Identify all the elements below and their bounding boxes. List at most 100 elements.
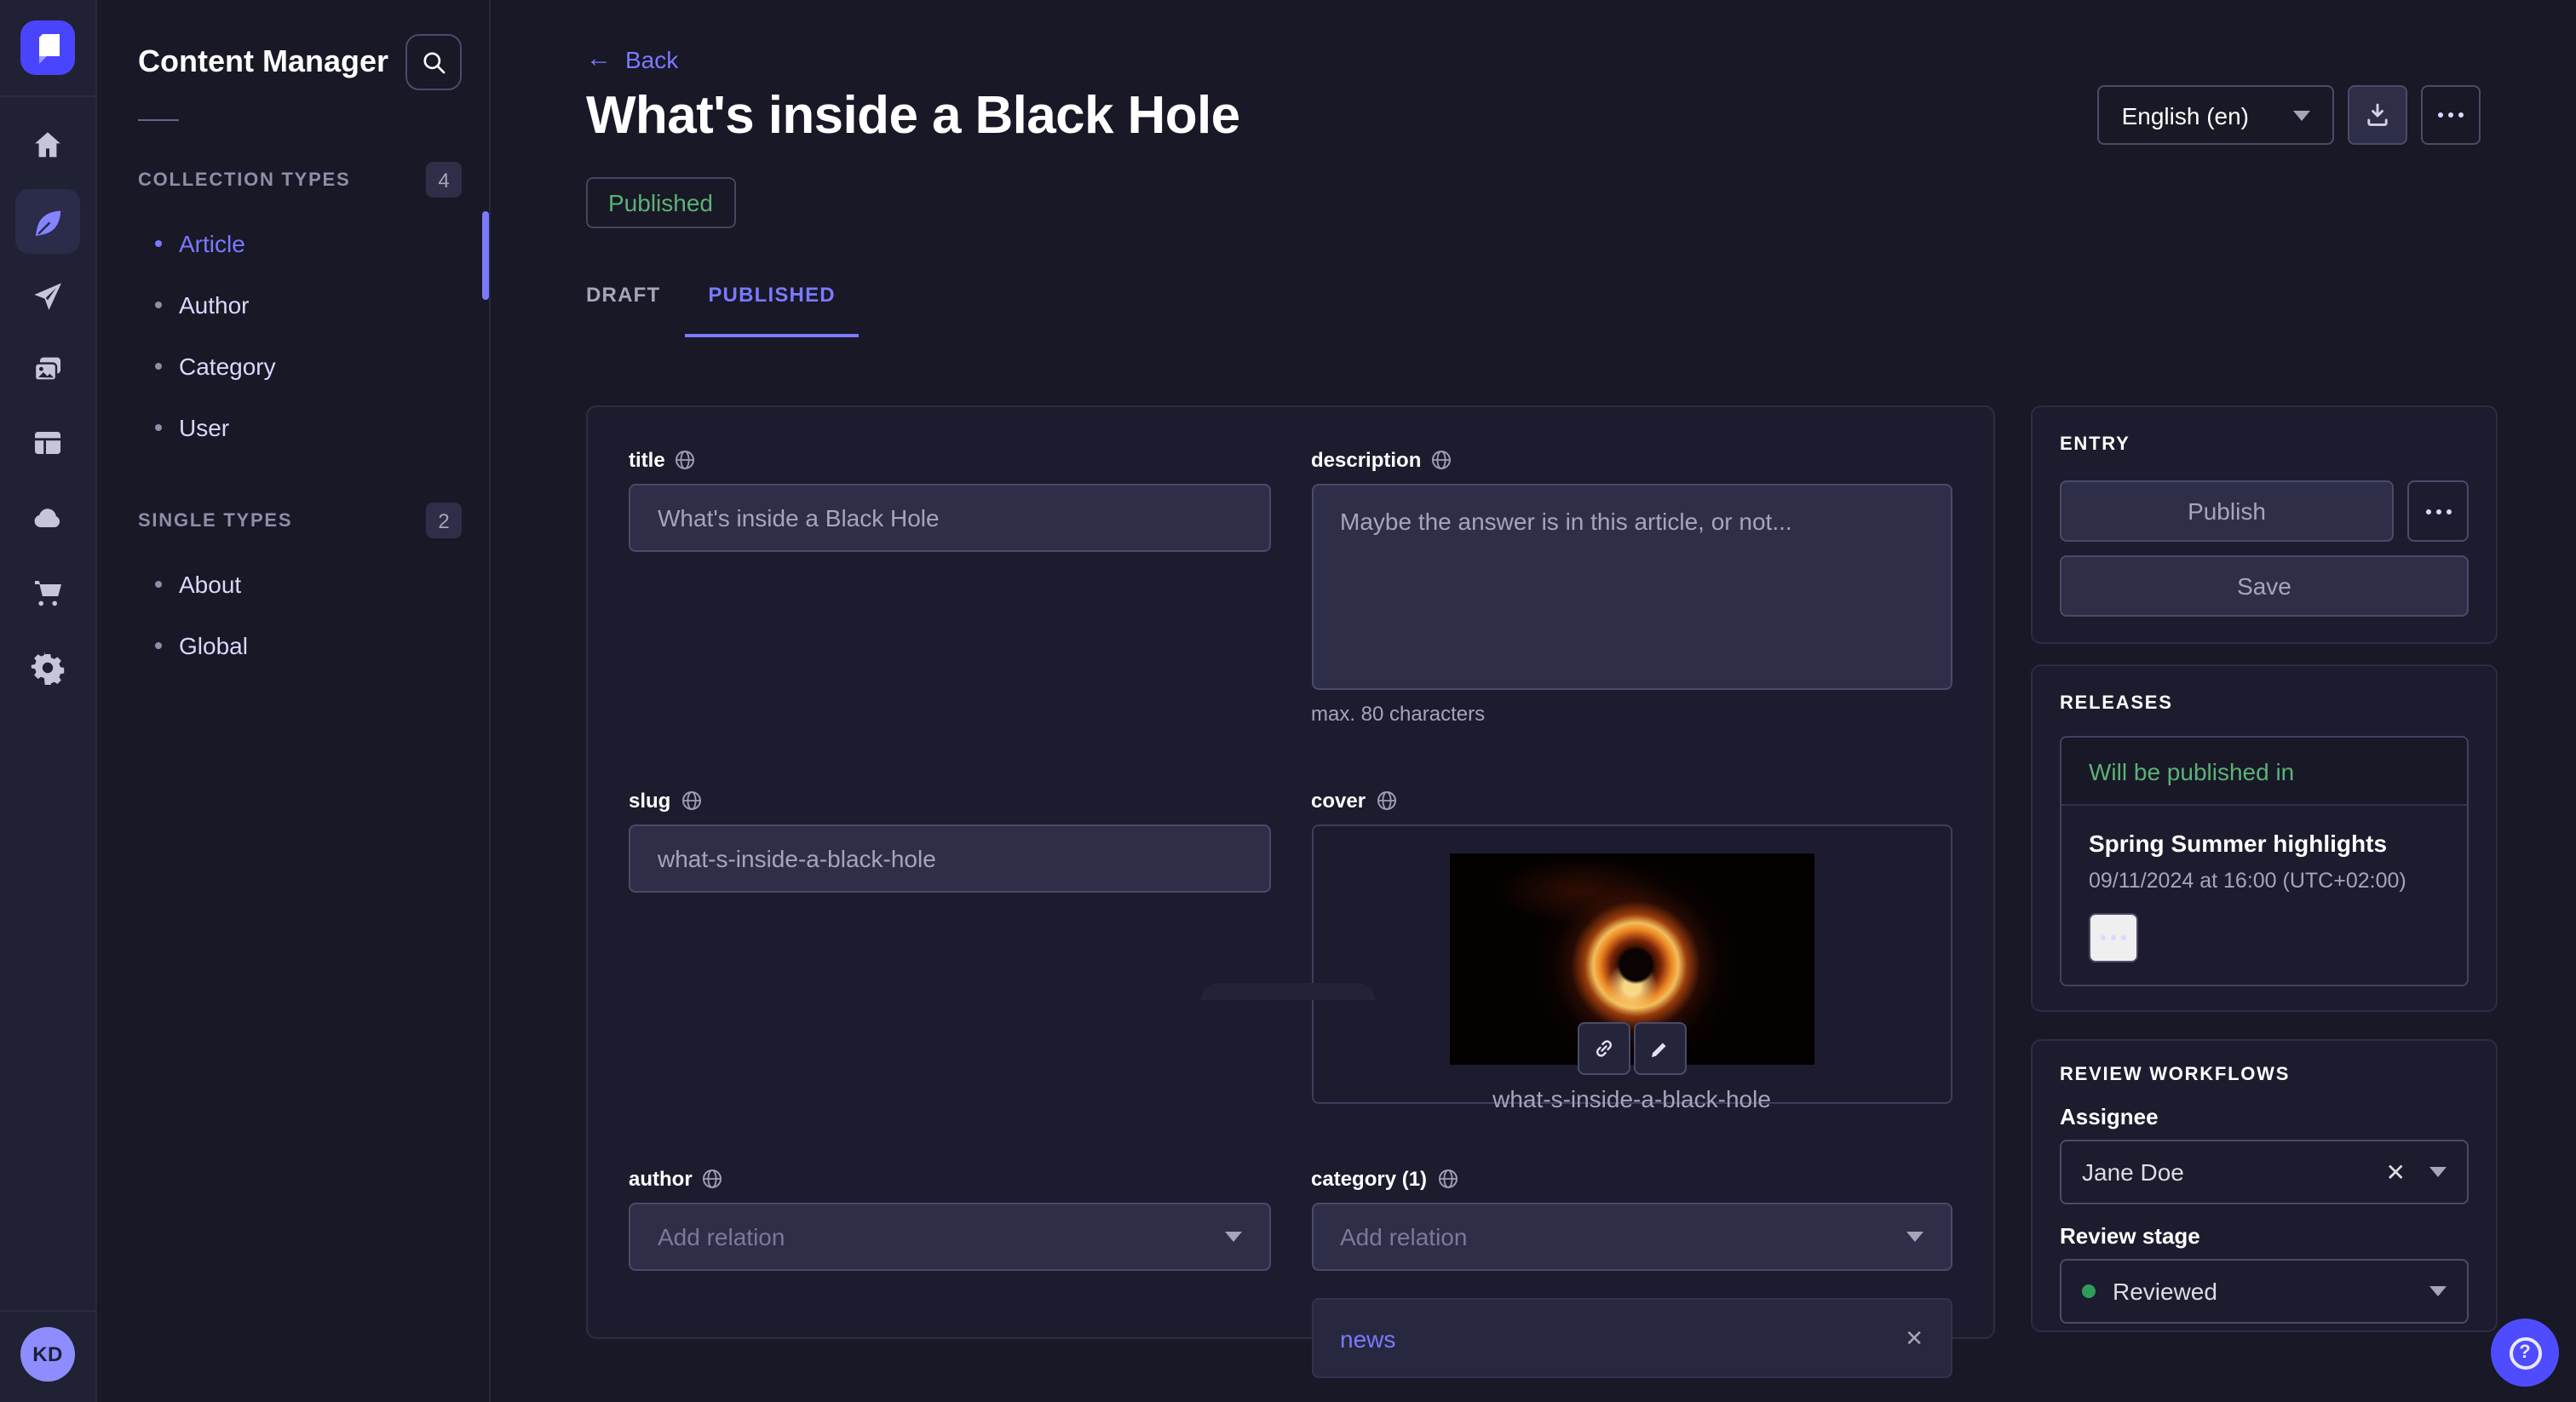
slug-input[interactable]: what-s-inside-a-black-hole: [629, 825, 1270, 893]
main-nav-rail: KD: [0, 0, 97, 1402]
description-hint: max. 80 characters: [1311, 702, 1952, 726]
author-relation-select[interactable]: Add relation: [629, 1203, 1270, 1271]
bullet-icon: [155, 642, 162, 649]
description-textarea[interactable]: Maybe the answer is in this article, or …: [1311, 484, 1952, 690]
back-arrow-icon: ←: [586, 44, 612, 73]
rail-divider-top: [0, 95, 95, 97]
chevron-down-icon: [2429, 1167, 2447, 1177]
author-field-label: author: [629, 1167, 693, 1191]
edit-media-button[interactable]: [1634, 1022, 1687, 1075]
review-stage-value: Reviewed: [2113, 1278, 2217, 1305]
sidebar-item-about[interactable]: About: [97, 554, 489, 615]
save-button[interactable]: Save: [2060, 555, 2469, 617]
content-manager-feather-icon[interactable]: [0, 206, 95, 240]
assignee-value: Jane Doe: [2082, 1158, 2184, 1186]
home-icon[interactable]: [0, 128, 95, 162]
publish-button[interactable]: Publish: [2060, 480, 2394, 542]
category-relation-select[interactable]: Add relation: [1311, 1203, 1952, 1271]
ellipsis-icon: [2438, 112, 2464, 118]
settings-gear-icon[interactable]: [0, 651, 95, 685]
help-button[interactable]: ?: [2491, 1319, 2559, 1387]
strapi-logo[interactable]: [20, 20, 75, 75]
subnav-divider: [138, 119, 179, 121]
author-placeholder: Add relation: [658, 1223, 785, 1250]
bullet-icon: [155, 581, 162, 588]
releases-panel: RELEASES Will be published in Spring Sum…: [2031, 664, 2498, 1012]
review-stage-combobox[interactable]: Reviewed: [2060, 1259, 2469, 1324]
chevron-down-icon: [1906, 1232, 1923, 1242]
relation-link-news[interactable]: news: [1340, 1324, 1395, 1352]
globe-icon: [676, 450, 696, 470]
sidebar-item-label: User: [179, 414, 229, 441]
release-name: Spring Summer highlights: [2089, 830, 2440, 857]
content-manager-subnav: Content Manager COLLECTION TYPES 4 Artic…: [97, 0, 491, 1402]
globe-icon: [703, 1169, 723, 1189]
version-tabs: DRAFT PUBLISHED: [586, 269, 860, 337]
category-placeholder: Add relation: [1340, 1223, 1467, 1250]
slug-field-label: slug: [629, 789, 670, 813]
release-card: Will be published in Spring Summer highl…: [2060, 736, 2469, 986]
locale-select-value: English (en): [2122, 101, 2249, 129]
marketplace-cart-icon[interactable]: [0, 576, 95, 610]
bullet-icon: [155, 363, 162, 370]
add-component-button-cut[interactable]: [1201, 983, 1375, 1000]
download-icon: [2363, 101, 2392, 129]
status-badge: Published: [586, 177, 735, 228]
sidebar-item-user[interactable]: User: [97, 397, 489, 458]
header-actions: English (en): [2098, 85, 2481, 145]
search-button[interactable]: [405, 34, 462, 90]
single-types-count: 2: [426, 503, 462, 538]
more-actions-button[interactable]: [2421, 85, 2481, 145]
review-workflows-panel: REVIEW WORKFLOWS Assignee Jane Doe ✕ Rev…: [2031, 1039, 2498, 1332]
entry-more-button[interactable]: [2407, 480, 2469, 542]
locale-select[interactable]: English (en): [2098, 85, 2334, 145]
release-date: 09/11/2024 at 16:00 (UTC+02:00): [2089, 869, 2440, 893]
entry-panel-heading: ENTRY: [2060, 434, 2469, 455]
page-title: What's inside a Black Hole: [586, 85, 1240, 147]
remove-relation-icon[interactable]: ✕: [1905, 1324, 1923, 1352]
copy-link-button[interactable]: [1578, 1022, 1630, 1075]
tab-draft[interactable]: DRAFT: [586, 269, 660, 337]
tab-published[interactable]: PUBLISHED: [684, 269, 860, 337]
review-stage-label: Review stage: [2060, 1223, 2469, 1249]
globe-icon: [1376, 790, 1396, 811]
globe-icon: [1437, 1169, 1458, 1189]
ellipsis-icon: [2101, 935, 2126, 940]
rail-divider-bottom: [0, 1310, 95, 1312]
cover-media-card: what-s-inside-a-black-hole: [1311, 825, 1952, 1104]
clear-assignee-icon[interactable]: ✕: [2386, 1158, 2406, 1187]
content-type-builder-icon[interactable]: [0, 426, 95, 460]
ellipsis-icon: [2425, 509, 2451, 514]
category-relation-item: news ✕: [1311, 1298, 1952, 1378]
title-field-label: title: [629, 448, 665, 472]
export-download-button[interactable]: [2348, 85, 2407, 145]
sidebar-item-label: Global: [179, 632, 248, 659]
back-link[interactable]: ← Back: [586, 44, 678, 73]
release-more-button[interactable]: [2089, 913, 2138, 962]
assignee-label: Assignee: [2060, 1104, 2469, 1129]
description-field-label: description: [1311, 448, 1421, 472]
assignee-combobox[interactable]: Jane Doe ✕: [2060, 1140, 2469, 1204]
cover-filename: what-s-inside-a-black-hole: [1313, 1085, 1951, 1112]
sidebar-item-label: About: [179, 571, 241, 598]
send-plane-icon[interactable]: [0, 279, 95, 313]
title-input[interactable]: What's inside a Black Hole: [629, 484, 1270, 552]
user-avatar[interactable]: KD: [20, 1327, 75, 1382]
sidebar-item-category[interactable]: Category: [97, 336, 489, 397]
cloud-deploy-icon[interactable]: [0, 501, 95, 535]
single-types-header: SINGLE TYPES: [138, 510, 292, 531]
bullet-icon: [155, 424, 162, 431]
category-field-label: category (1): [1311, 1167, 1427, 1191]
bullet-icon: [155, 240, 162, 247]
sidebar-item-global[interactable]: Global: [97, 615, 489, 676]
chevron-down-icon: [2293, 110, 2310, 120]
edit-view: ← Back What's inside a Black Hole Publis…: [491, 0, 2576, 1402]
releases-panel-heading: RELEASES: [2060, 693, 2469, 714]
bullet-icon: [155, 302, 162, 308]
back-label: Back: [625, 45, 678, 72]
entry-form-card: title What's inside a Black Hole descrip…: [586, 405, 1995, 1339]
chevron-down-icon: [2429, 1286, 2447, 1296]
media-library-icon[interactable]: [0, 353, 95, 387]
sidebar-item-author[interactable]: Author: [97, 274, 489, 336]
sidebar-item-article[interactable]: Article: [97, 213, 489, 274]
